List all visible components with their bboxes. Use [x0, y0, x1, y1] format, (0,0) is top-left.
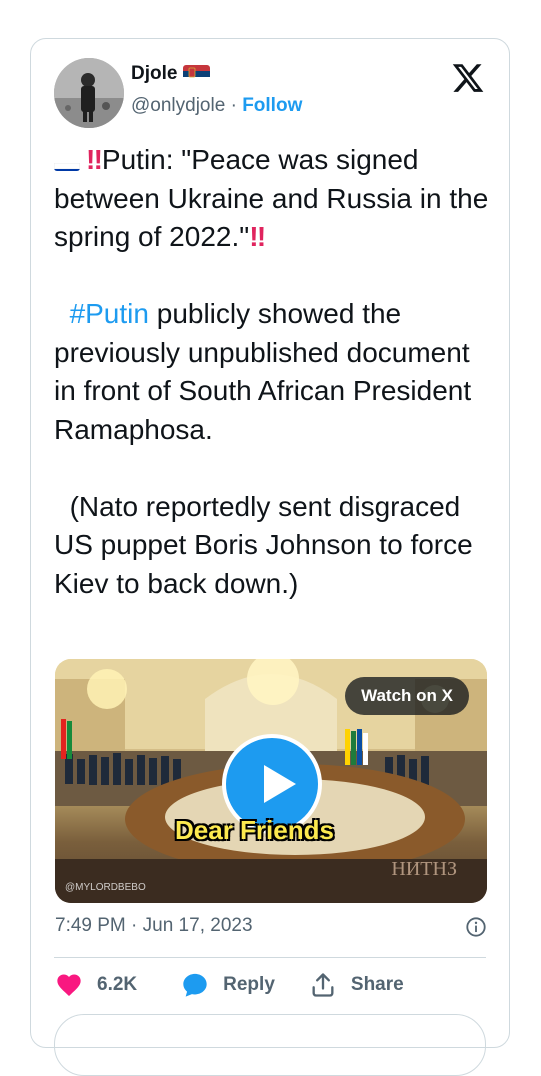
display-name[interactable]: Djole	[131, 63, 177, 85]
hashtag-link[interactable]: #Putin	[70, 298, 149, 329]
like-count: 6.2K	[97, 974, 138, 995]
handle[interactable]: @onlydjole	[131, 95, 225, 116]
read-replies-button[interactable]	[54, 1014, 486, 1076]
watch-on-x-button[interactable]: Watch on X	[345, 677, 469, 715]
reply-bubble-icon	[183, 973, 207, 997]
x-logo-icon[interactable]	[451, 61, 485, 95]
tweet-text: ‼Putin: "Peace was signed between Ukrain…	[54, 141, 494, 603]
follow-button[interactable]: Follow	[242, 95, 302, 116]
avatar[interactable]	[54, 58, 124, 128]
tweet-card: Djole @onlydjole · Follow ‼Putin: "Peace…	[30, 38, 510, 1076]
russia-flag-icon	[54, 153, 80, 171]
reply-button[interactable]: Reply	[181, 971, 275, 999]
tweet-text-line1: Putin: "Peace was signed between Ukraine…	[54, 144, 497, 252]
like-button[interactable]: 6.2K	[55, 971, 137, 999]
timestamp[interactable]: 7:49 PM · Jun 17, 2023	[55, 915, 253, 937]
author-name-row[interactable]: Djole	[131, 63, 211, 85]
serbia-flag-icon	[183, 65, 211, 83]
reply-label: Reply	[223, 974, 275, 995]
share-icon	[312, 973, 334, 997]
video-media[interactable]: Watch on X Dear Friends @MYLORDBEBO НИТН…	[55, 659, 487, 903]
divider	[54, 957, 486, 958]
watermark-right: НИТНЗ	[391, 858, 457, 880]
info-icon[interactable]	[465, 916, 487, 938]
video-caption: Dear Friends	[175, 815, 334, 845]
separator: ·	[230, 95, 237, 116]
heart-icon	[57, 974, 81, 996]
handle-row: @onlydjole · Follow	[131, 95, 302, 117]
action-bar: 6.2K Reply Share	[55, 971, 404, 999]
watermark-left: @MYLORDBEBO	[65, 882, 146, 893]
share-button[interactable]: Share	[309, 971, 404, 999]
share-label: Share	[350, 974, 404, 995]
double-exclamation-icon: ‼	[249, 221, 266, 252]
double-exclamation-icon: ‼	[86, 144, 103, 175]
tweet-text-line3: (Nato reportedly sent disgraced US puppe…	[54, 490, 481, 599]
